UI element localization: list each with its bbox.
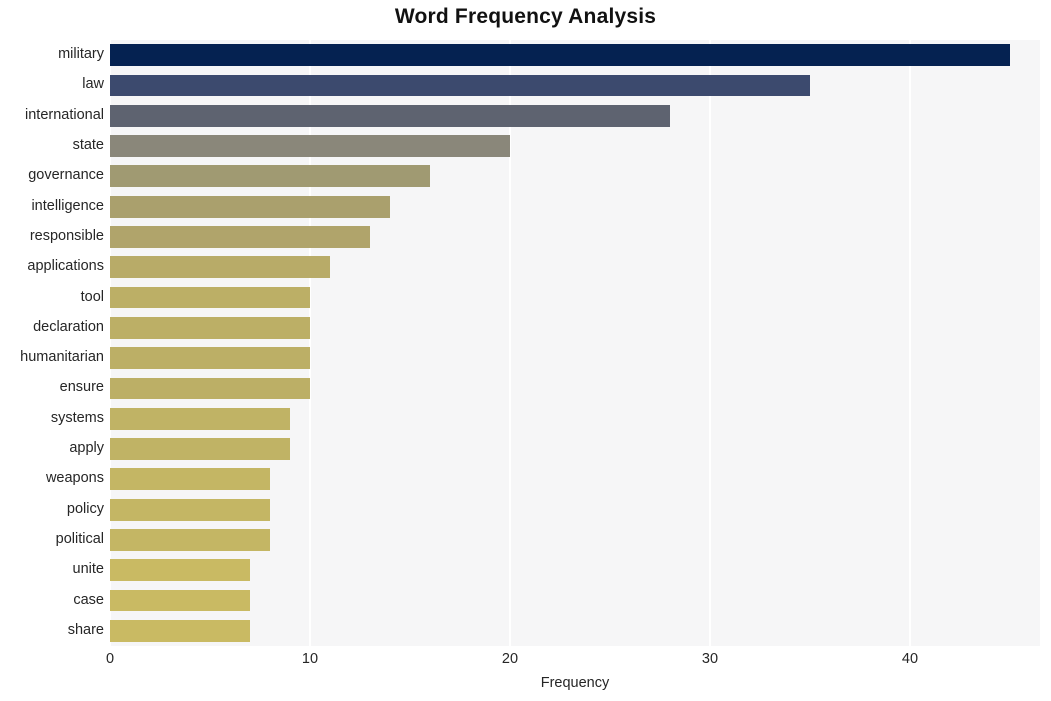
y-tick-label-policy: policy bbox=[66, 500, 104, 517]
bar-responsible bbox=[110, 226, 370, 248]
bar-row bbox=[110, 195, 1040, 218]
x-tick-label-10: 10 bbox=[301, 651, 319, 667]
bar-row bbox=[110, 74, 1040, 97]
y-tick-label-international: international bbox=[25, 106, 104, 123]
bar-international bbox=[110, 104, 670, 127]
y-tick-label-tool: tool bbox=[80, 288, 104, 305]
y-tick-label-state: state bbox=[72, 137, 104, 154]
bar-row bbox=[110, 256, 1040, 279]
x-tick-label-20: 20 bbox=[501, 651, 519, 667]
y-tick-label-intelligence: intelligence bbox=[31, 197, 104, 214]
bar-unite bbox=[110, 559, 250, 582]
y-tick-label-humanitarian: humanitarian bbox=[20, 349, 104, 366]
bar-row bbox=[110, 438, 1040, 460]
bar-row bbox=[110, 347, 1040, 370]
bar-row bbox=[110, 104, 1040, 127]
bar-share bbox=[110, 619, 250, 642]
bar-political bbox=[110, 529, 270, 551]
bar-row bbox=[110, 468, 1040, 491]
y-axis-tick-labels: military law international state governance i… bbox=[0, 40, 104, 646]
y-tick-label-systems: systems bbox=[50, 409, 104, 426]
x-tick-label-0: 0 bbox=[105, 651, 115, 667]
bar-row bbox=[110, 286, 1040, 309]
bar-row bbox=[110, 589, 1040, 612]
bar-row bbox=[110, 316, 1040, 339]
x-axis-label: Frequency bbox=[540, 675, 610, 691]
chart-figure: Word Frequency Analysis military law inter… bbox=[0, 0, 1051, 701]
bar-case bbox=[110, 589, 250, 612]
bar-tool bbox=[110, 286, 310, 309]
bar-weapons bbox=[110, 468, 270, 491]
bar-row bbox=[110, 135, 1040, 157]
bar-apply bbox=[110, 438, 290, 460]
bar-intelligence bbox=[110, 195, 390, 218]
bar-row bbox=[110, 226, 1040, 248]
bar-declaration bbox=[110, 316, 310, 339]
y-tick-label-responsible: responsible bbox=[29, 227, 104, 244]
bar-humanitarian bbox=[110, 347, 310, 370]
chart-title: Word Frequency Analysis bbox=[394, 5, 657, 28]
y-tick-label-unite: unite bbox=[72, 561, 104, 578]
x-tick-label-30: 30 bbox=[701, 651, 719, 667]
y-tick-label-declaration: declaration bbox=[33, 318, 104, 335]
bar-ensure bbox=[110, 377, 310, 400]
bar-row bbox=[110, 44, 1040, 67]
bar-row bbox=[110, 407, 1040, 430]
y-tick-label-weapons: weapons bbox=[45, 470, 104, 487]
bar-row bbox=[110, 559, 1040, 582]
bar-row bbox=[110, 529, 1040, 551]
bar-row bbox=[110, 377, 1040, 400]
x-tick-label-40: 40 bbox=[901, 651, 919, 667]
y-tick-label-ensure: ensure bbox=[59, 379, 104, 396]
y-tick-label-applications: applications bbox=[27, 258, 104, 275]
bar-row bbox=[110, 619, 1040, 642]
y-tick-label-law: law bbox=[82, 76, 104, 93]
bar-systems bbox=[110, 407, 290, 430]
bar-state bbox=[110, 135, 510, 157]
y-tick-label-political: political bbox=[55, 530, 104, 547]
y-tick-label-share: share bbox=[67, 621, 104, 638]
x-axis-tick-labels: 0 10 20 30 40 bbox=[0, 651, 1051, 673]
y-tick-label-apply: apply bbox=[69, 440, 104, 457]
y-tick-label-case: case bbox=[73, 591, 104, 608]
bar-series bbox=[110, 40, 1040, 646]
y-tick-label-military: military bbox=[58, 46, 104, 63]
bar-law bbox=[110, 74, 810, 97]
plot-area bbox=[110, 40, 1040, 646]
bar-governance bbox=[110, 165, 430, 188]
y-tick-label-governance: governance bbox=[28, 167, 104, 184]
bar-row bbox=[110, 498, 1040, 521]
bar-applications bbox=[110, 256, 330, 279]
bar-policy bbox=[110, 498, 270, 521]
bar-row bbox=[110, 165, 1040, 188]
bar-military bbox=[110, 44, 1010, 67]
